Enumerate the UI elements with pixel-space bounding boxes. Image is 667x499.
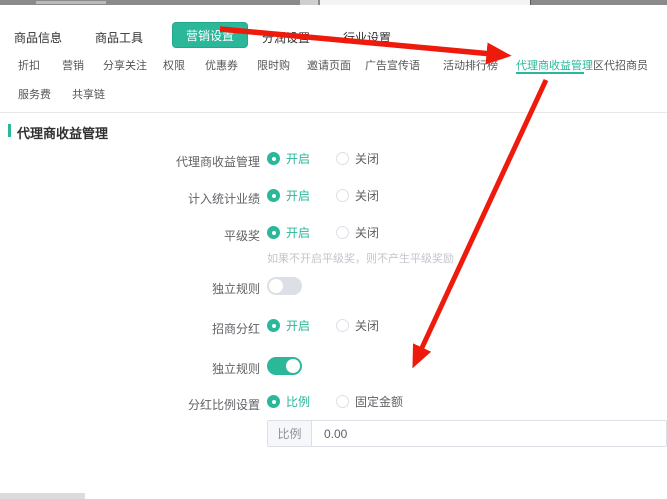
ratio-input-prefix: 比例	[268, 421, 312, 446]
radio-icon	[336, 189, 349, 202]
radio-icon	[267, 226, 280, 239]
tab-service-fee[interactable]: 服务费	[18, 86, 51, 102]
tab-product-tools[interactable]: 商品工具	[95, 29, 143, 46]
radio-label: 开启	[286, 187, 310, 204]
radio-icon	[336, 152, 349, 165]
independent-rule-label: 独立规则	[0, 280, 260, 297]
tab-share-follow[interactable]: 分享关注	[103, 57, 147, 73]
tab-agent-revenue[interactable]: 代理商收益管理	[516, 57, 593, 73]
radio-icon	[267, 319, 280, 332]
radio-label: 开启	[286, 224, 310, 241]
agent-revenue-radio-group: 开启 关闭	[267, 150, 379, 167]
tab-marketing-settings[interactable]: 营销设置	[172, 22, 248, 48]
annotation-arrow-to-ratio-setting	[420, 80, 546, 352]
tab-ad-slogan[interactable]: 广告宣传语	[365, 57, 420, 73]
radio-icon	[267, 395, 280, 408]
radio-icon	[336, 319, 349, 332]
tab-invite-page[interactable]: 邀请页面	[307, 57, 351, 73]
radio-label: 关闭	[355, 317, 379, 334]
tab-marketing[interactable]: 营销	[62, 57, 84, 73]
tab-coupon[interactable]: 优惠券	[205, 57, 238, 73]
tab-industry-settings[interactable]: 行业设置	[343, 29, 391, 46]
dividend-ratio-setting-label: 分红比例设置	[0, 396, 260, 413]
count-into-stats-radio-group: 开启 关闭	[267, 187, 379, 204]
toggle-knob	[269, 279, 283, 293]
radio-label: 关闭	[355, 224, 379, 241]
tab-activity-ranking[interactable]: 活动排行榜	[443, 57, 498, 73]
radio-label: 开启	[286, 317, 310, 334]
page-title: 代理商收益管理	[17, 123, 108, 142]
radio-on[interactable]: 开启	[267, 224, 310, 241]
agent-revenue-settings-page: 商品信息 商品工具 营销设置 分润设置 行业设置 折扣 营销 分享关注 权限 优…	[0, 0, 667, 499]
tab-product-info[interactable]: 商品信息	[14, 29, 62, 46]
investment-dividend-radio-group: 开启 关闭	[267, 317, 379, 334]
radio-label: 关闭	[355, 150, 379, 167]
ratio-input[interactable]	[312, 421, 666, 446]
independent-rule-toggle-2[interactable]	[267, 357, 302, 375]
tab-profit-settings[interactable]: 分润设置	[262, 29, 310, 46]
radio-fixed-amount[interactable]: 固定金额	[336, 393, 403, 410]
radio-icon	[267, 189, 280, 202]
divider	[0, 112, 667, 113]
radio-ratio[interactable]: 比例	[267, 393, 310, 410]
radio-label: 开启	[286, 150, 310, 167]
tab-permissions[interactable]: 权限	[163, 57, 185, 73]
radio-label: 固定金额	[355, 393, 403, 410]
radio-off[interactable]: 关闭	[336, 317, 379, 334]
tab-share-chain[interactable]: 共享链	[72, 86, 105, 102]
active-tab-underline	[516, 72, 584, 74]
tab-discount[interactable]: 折扣	[18, 57, 40, 73]
independent-rule-label-2: 独立规则	[0, 360, 260, 377]
radio-off[interactable]: 关闭	[336, 150, 379, 167]
section-accent-bar	[8, 124, 11, 137]
radio-off[interactable]: 关闭	[336, 224, 379, 241]
dividend-ratio-radio-group: 比例 固定金额	[267, 393, 403, 410]
radio-on[interactable]: 开启	[267, 150, 310, 167]
radio-icon	[336, 226, 349, 239]
radio-on[interactable]: 开启	[267, 187, 310, 204]
toggle-knob	[286, 359, 300, 373]
radio-off[interactable]: 关闭	[336, 187, 379, 204]
primary-tab-bar: 商品信息 商品工具 营销设置 分润设置 行业设置	[0, 5, 667, 50]
count-into-stats-label: 计入统计业绩	[0, 190, 260, 207]
agent-revenue-label: 代理商收益管理	[0, 153, 260, 170]
background-window-fragment	[0, 493, 85, 499]
tab-flash-sale[interactable]: 限时购	[257, 57, 290, 73]
peer-bonus-radio-group: 开启 关闭	[267, 224, 379, 241]
independent-rule-toggle[interactable]	[267, 277, 302, 295]
ratio-input-group: 比例	[267, 420, 667, 447]
radio-label: 比例	[286, 393, 310, 410]
radio-icon	[267, 152, 280, 165]
peer-bonus-label: 平级奖	[0, 227, 260, 244]
radio-label: 关闭	[355, 187, 379, 204]
tab-regional-agent[interactable]: 区代招商员	[593, 57, 648, 73]
peer-bonus-hint: 如果不开启平级奖，则不产生平级奖励	[267, 250, 454, 266]
radio-on[interactable]: 开启	[267, 317, 310, 334]
investment-dividend-label: 招商分红	[0, 320, 260, 337]
background-window-fragment	[36, 1, 106, 4]
radio-icon	[336, 395, 349, 408]
